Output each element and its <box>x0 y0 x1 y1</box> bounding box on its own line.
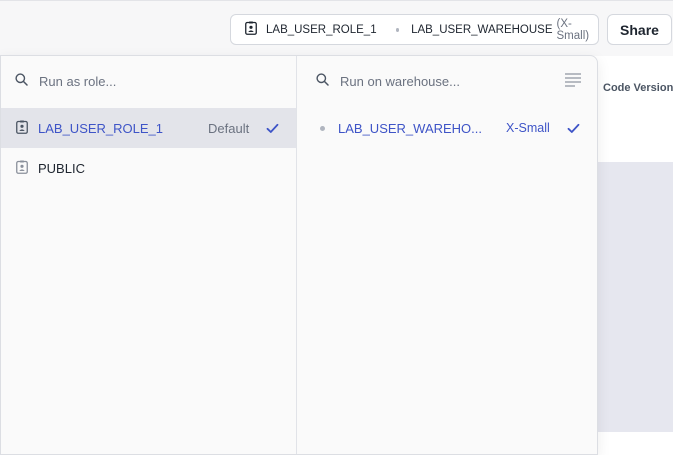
role-search-input[interactable] <box>39 74 239 89</box>
background-panel <box>597 162 673 432</box>
checkmark-icon <box>266 122 279 137</box>
role-badge-icon <box>16 160 28 177</box>
role-search-row <box>1 56 296 107</box>
context-warehouse-size: (X-Small) <box>556 17 590 42</box>
share-button[interactable]: Share <box>607 14 672 45</box>
role-item-lab-user-role-1[interactable]: LAB_USER_ROLE_1 Default <box>1 108 296 148</box>
role-item-label: PUBLIC <box>38 160 85 176</box>
role-item-public[interactable]: PUBLIC <box>1 148 296 188</box>
context-role-label: LAB_USER_ROLE_1 <box>266 23 377 36</box>
top-divider <box>0 0 673 1</box>
role-badge-icon <box>16 120 28 137</box>
warehouse-item-label: LAB_USER_WAREHO... <box>338 120 483 136</box>
context-warehouse-label: LAB_USER_WAREHOUSE <box>411 23 553 36</box>
list-view-icon[interactable] <box>565 73 581 92</box>
role-badge-icon <box>245 21 257 38</box>
warehouse-pane: LAB_USER_WAREHO... X-Small <box>297 56 597 454</box>
warehouse-item-lab-user-warehouse[interactable]: LAB_USER_WAREHO... X-Small <box>297 108 597 148</box>
context-dropdown: LAB_USER_ROLE_1 Default PUBLIC <box>0 55 598 455</box>
status-dot-icon <box>320 125 325 131</box>
checkmark-icon <box>567 122 580 137</box>
warehouse-search-row <box>297 56 597 107</box>
search-icon <box>316 72 329 91</box>
search-icon <box>15 72 28 91</box>
default-badge: Default <box>208 120 250 136</box>
warehouse-item-size: X-Small <box>506 121 550 135</box>
column-header-code-version: Code Version <box>603 82 673 94</box>
separator-dot <box>395 27 400 32</box>
context-selector-button[interactable]: LAB_USER_ROLE_1 LAB_USER_WAREHOUSE (X-Sm… <box>230 14 599 45</box>
role-item-label: LAB_USER_ROLE_1 <box>38 120 164 136</box>
role-pane: LAB_USER_ROLE_1 Default PUBLIC <box>1 56 297 454</box>
warehouse-search-input[interactable] <box>340 74 540 89</box>
